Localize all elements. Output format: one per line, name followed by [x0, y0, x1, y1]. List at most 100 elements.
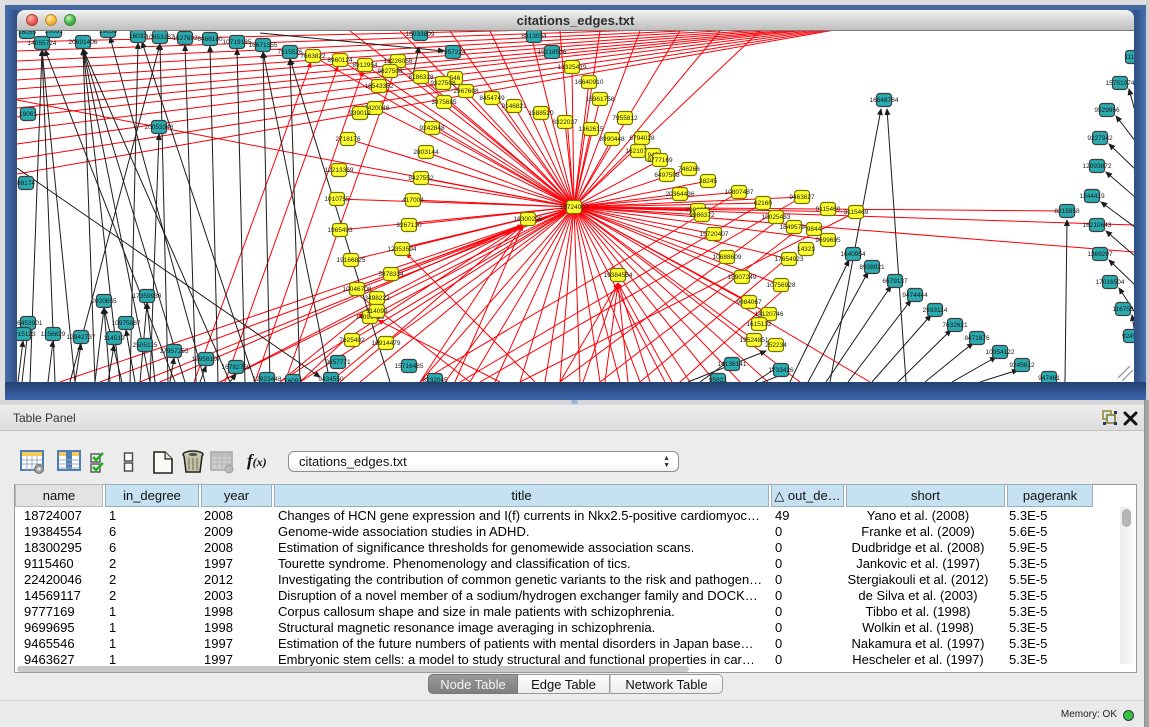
svg-text:3115469: 3115469 — [844, 209, 869, 216]
svg-text:8990448: 8990448 — [599, 136, 625, 143]
svg-text:10046708: 10046708 — [343, 286, 372, 293]
svg-text:5878334: 5878334 — [378, 271, 404, 278]
svg-text:10054122: 10054122 — [986, 349, 1015, 356]
svg-text:2803144: 2803144 — [413, 149, 439, 156]
svg-text:16914479: 16914479 — [372, 340, 401, 347]
svg-text:9084067: 9084067 — [736, 299, 762, 306]
svg-text:1010755: 1010755 — [324, 196, 350, 203]
svg-text:13325419: 13325419 — [558, 64, 587, 71]
svg-text:19166825: 19166825 — [337, 257, 366, 264]
svg-text:92450: 92450 — [1122, 333, 1134, 340]
svg-text:1588520: 1588520 — [528, 110, 554, 117]
svg-text:9245612: 9245612 — [1009, 362, 1035, 369]
svg-text:7515526: 7515526 — [277, 49, 303, 56]
svg-text:8454749: 8454749 — [479, 95, 505, 102]
svg-text:9844: 9844 — [807, 226, 822, 233]
svg-text:17016504: 17016504 — [1096, 279, 1125, 286]
svg-text:95821: 95821 — [709, 377, 727, 382]
svg-text:8938921: 8938921 — [859, 264, 885, 271]
svg-text:7955812: 7955812 — [612, 115, 638, 122]
svg-text:19638: 19638 — [99, 31, 117, 35]
svg-text:10719185: 10719185 — [223, 39, 252, 46]
svg-text:9777169: 9777169 — [647, 157, 673, 164]
svg-text:114519: 114519 — [103, 335, 125, 342]
svg-text:16055: 16055 — [18, 31, 36, 36]
svg-text:62160: 62160 — [754, 200, 772, 207]
svg-text:7625402: 7625402 — [339, 337, 365, 344]
svg-text:1615132: 1615132 — [746, 321, 772, 328]
svg-text:18724007: 18724007 — [560, 204, 589, 211]
svg-text:12213369: 12213369 — [325, 167, 354, 174]
svg-text:16543362: 16543362 — [365, 83, 394, 90]
svg-text:8427552: 8427552 — [408, 175, 434, 182]
svg-text:10688609: 10688609 — [713, 254, 742, 261]
svg-text:19384554: 19384554 — [604, 272, 633, 279]
svg-text:1244419: 1244419 — [1079, 193, 1105, 200]
svg-text:3267130: 3267130 — [396, 222, 422, 229]
svg-text:9827508: 9827508 — [377, 68, 403, 75]
svg-text:8912954: 8912954 — [352, 62, 378, 69]
svg-text:16671355: 16671355 — [249, 42, 278, 49]
svg-text:8232045: 8232045 — [422, 377, 448, 382]
svg-text:9463627: 9463627 — [789, 194, 815, 201]
svg-text:10756928: 10756928 — [767, 282, 796, 289]
svg-text:252234: 252234 — [765, 342, 787, 349]
svg-text:20691406: 20691406 — [69, 39, 98, 46]
svg-text:417004: 417004 — [402, 197, 424, 204]
svg-text:12942737: 12942737 — [67, 334, 96, 341]
svg-text:9115460: 9115460 — [816, 206, 841, 213]
svg-text:18907249: 18907249 — [728, 274, 757, 281]
svg-text:6679137: 6679137 — [882, 278, 908, 285]
svg-text:16210643: 16210643 — [1083, 222, 1112, 229]
svg-text:7357224: 7357224 — [440, 49, 466, 56]
svg-text:8960124: 8960124 — [327, 57, 353, 64]
svg-text:88174: 88174 — [17, 180, 35, 187]
svg-text:18300295: 18300295 — [514, 216, 543, 223]
svg-text:6497508: 6497508 — [654, 172, 680, 179]
svg-text:9434550: 9434550 — [318, 376, 344, 382]
svg-text:9227342: 9227342 — [1087, 135, 1113, 142]
svg-text:1527602: 1527602 — [172, 35, 198, 42]
svg-text:2718176: 2718176 — [335, 136, 361, 143]
svg-text:7632621: 7632621 — [942, 322, 968, 329]
svg-text:16961758: 16961758 — [586, 96, 615, 103]
svg-text:1362615: 1362615 — [578, 126, 604, 133]
svg-text:16640910: 16640910 — [575, 79, 604, 86]
svg-text:10958107: 10958107 — [192, 356, 221, 363]
svg-text:12093872: 12093872 — [1083, 163, 1112, 170]
svg-text:19218506: 19218506 — [538, 49, 567, 56]
svg-text:8813054: 8813054 — [521, 33, 547, 40]
svg-text:9474444: 9474444 — [902, 292, 928, 299]
svg-text:18495794: 18495794 — [780, 224, 809, 231]
svg-text:17359938: 17359938 — [133, 293, 162, 300]
svg-text:16453901: 16453901 — [17, 320, 43, 327]
svg-text:10653287: 10653287 — [146, 34, 175, 41]
svg-text:1733426: 1733426 — [768, 367, 794, 374]
svg-text:10025433: 10025433 — [762, 214, 791, 221]
svg-text:20364436: 20364436 — [666, 191, 695, 198]
svg-text:1369297: 1369297 — [1087, 251, 1113, 258]
svg-text:12923448: 12923448 — [253, 376, 282, 382]
svg-text:947461: 947461 — [1038, 375, 1060, 382]
svg-text:15751074: 15751074 — [1106, 80, 1134, 87]
svg-text:2020655: 2020655 — [91, 298, 117, 305]
svg-text:2967608: 2967608 — [453, 88, 479, 95]
svg-text:1965493: 1965493 — [327, 227, 353, 234]
svg-text:16782759: 16782759 — [222, 364, 251, 371]
svg-text:10975887: 10975887 — [112, 320, 141, 327]
svg-text:15716485: 15716485 — [395, 363, 424, 370]
svg-text:14136141: 14136141 — [718, 361, 747, 368]
svg-text:9242848: 9242848 — [419, 125, 445, 132]
svg-text:16648784: 16648784 — [870, 97, 899, 104]
svg-text:3915123: 3915123 — [17, 331, 36, 338]
svg-text:3875685: 3875685 — [431, 99, 457, 106]
svg-text:6794028: 6794028 — [629, 135, 655, 142]
svg-text:14055724: 14055724 — [28, 40, 57, 47]
svg-text:17654923: 17654923 — [775, 256, 804, 263]
svg-text:8322037: 8322037 — [552, 119, 578, 126]
svg-text:2505115: 2505115 — [133, 342, 158, 349]
svg-text:1640954: 1640954 — [840, 251, 866, 258]
svg-text:6466160: 6466160 — [197, 36, 223, 43]
svg-text:2933114: 2933114 — [923, 307, 948, 314]
svg-text:11123: 11123 — [1124, 54, 1134, 61]
